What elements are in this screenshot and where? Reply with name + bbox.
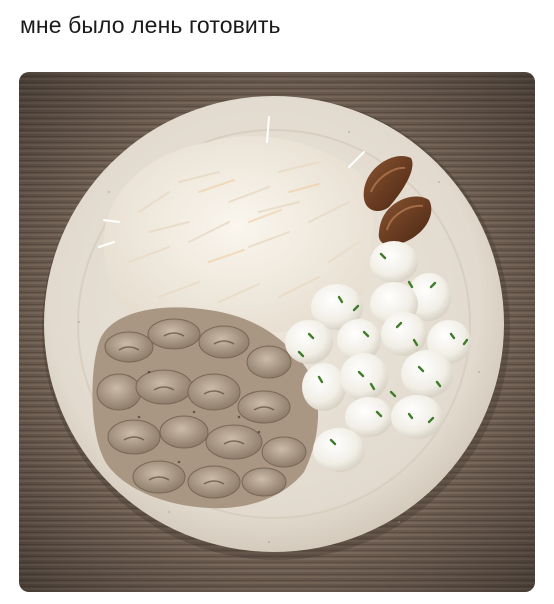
food-photo[interactable] [19,72,535,592]
post-caption: мне было лень готовить [20,12,281,38]
food-photo-illustration [19,72,535,592]
